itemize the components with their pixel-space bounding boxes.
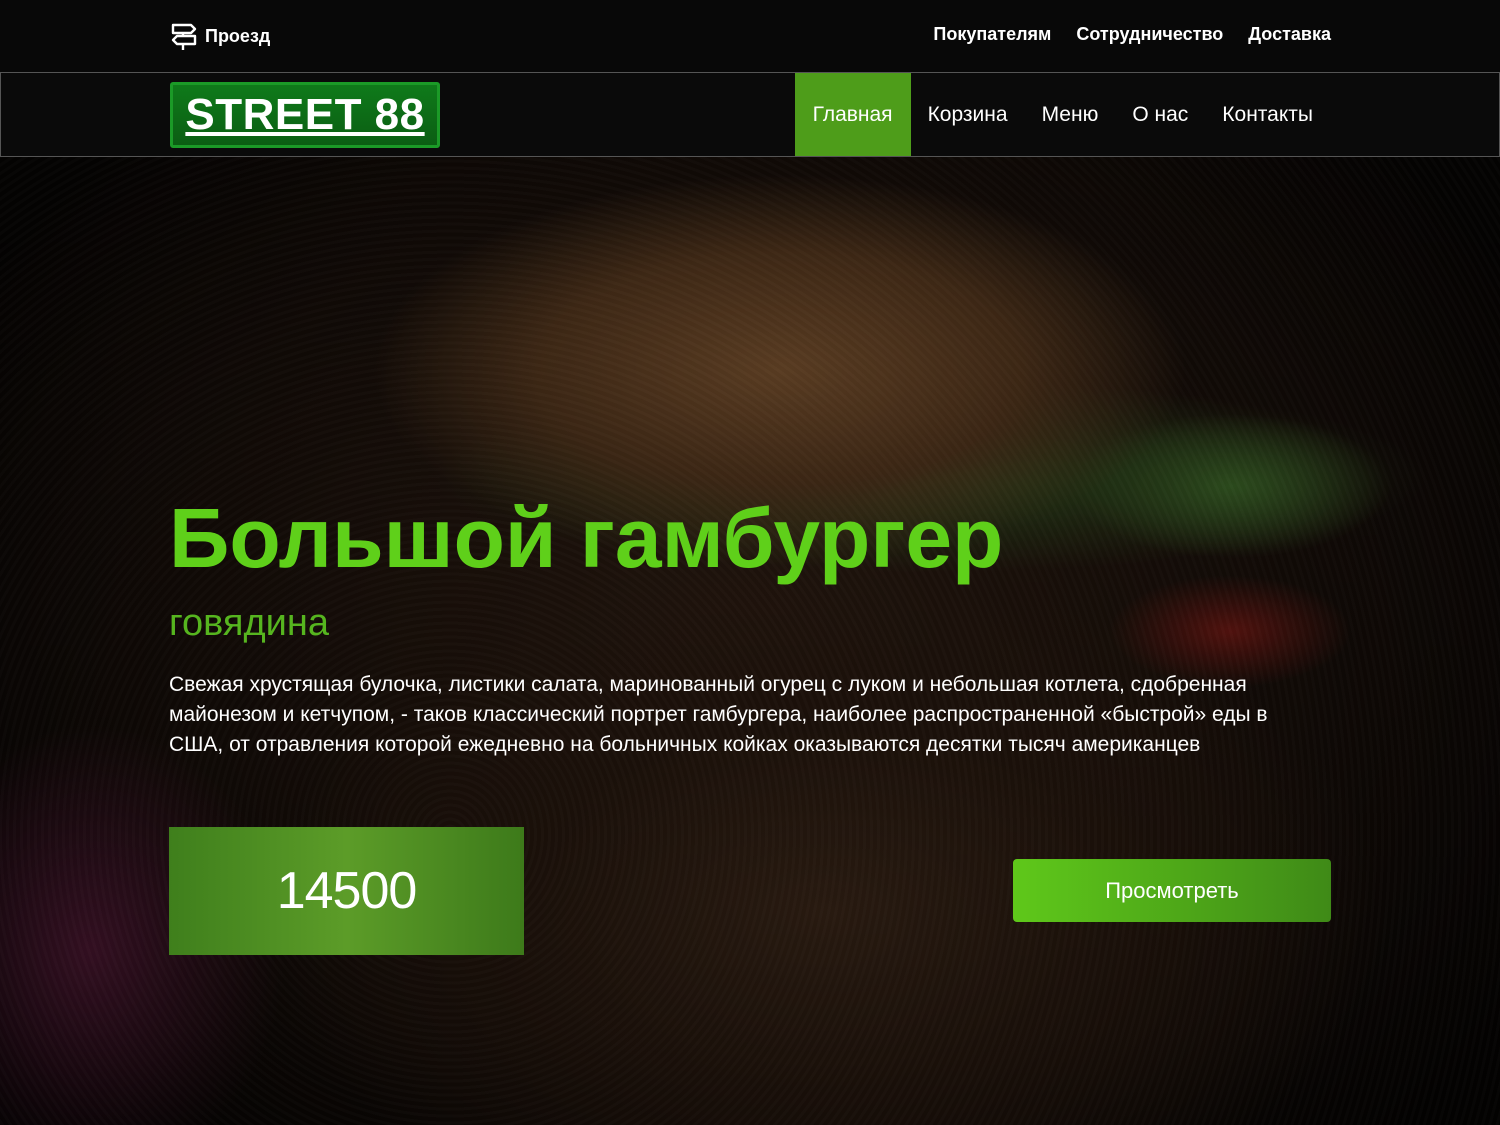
nav-item-cart[interactable]: Корзина <box>911 73 1025 156</box>
product-price: 14500 <box>276 862 418 920</box>
top-bar: Проезд Покупателям Сотрудничество Достав… <box>0 0 1500 72</box>
product-description: Свежая хрустящая булочка, листики салата… <box>169 673 1268 756</box>
nav-menu: Главная Корзина Меню О нас Контакты <box>794 73 1330 156</box>
nav-item-contacts[interactable]: Контакты <box>1205 73 1330 156</box>
nav-item-home[interactable]: Главная <box>794 73 911 156</box>
signpost-icon <box>169 21 199 51</box>
top-link-delivery[interactable]: Доставка <box>1248 24 1331 45</box>
main-nav: STREET 88 Главная Корзина Меню О нас Кон… <box>0 72 1500 157</box>
directions-label: Проезд <box>205 25 271 46</box>
site-logo[interactable]: STREET 88 <box>170 82 440 148</box>
top-link-cooperation[interactable]: Сотрудничество <box>1076 24 1223 45</box>
top-link-customers[interactable]: Покупателям <box>933 24 1051 45</box>
product-subtitle: говядина <box>169 602 330 644</box>
top-links: Покупателям Сотрудничество Доставка <box>933 24 1331 45</box>
directions-link[interactable]: Проезд <box>169 21 270 51</box>
view-button[interactable]: Просмотреть <box>1013 859 1331 922</box>
nav-item-menu[interactable]: Меню <box>1025 73 1116 156</box>
price-box: 14500 <box>169 827 524 955</box>
nav-item-about[interactable]: О нас <box>1115 73 1205 156</box>
product-title: Большой гамбургер <box>169 491 1004 585</box>
